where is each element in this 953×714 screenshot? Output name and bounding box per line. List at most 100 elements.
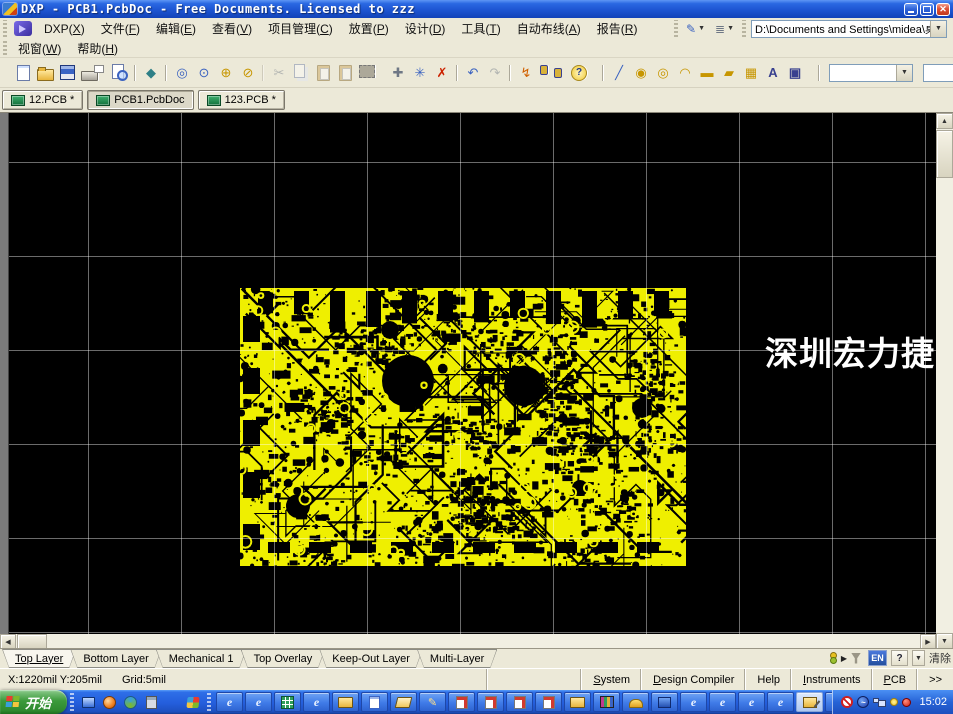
volume-muted[interactable] [841,696,853,708]
print[interactable] [87,62,109,84]
task-tool-4[interactable] [535,692,562,712]
task-ie-5[interactable] [709,692,736,712]
scroll-down-button[interactable]: ▼ [936,633,953,649]
scroll-right-button[interactable]: ▶ [920,634,936,649]
paste[interactable] [312,62,334,84]
new-document[interactable] [12,62,34,84]
panel-system[interactable]: System [581,669,641,690]
toolbar-grip[interactable] [742,20,746,37]
select-area[interactable] [365,62,387,84]
utilities-dropdown[interactable]: ✎ ▼ [682,21,709,37]
place-via[interactable]: ◎ [652,62,674,84]
menu-autoroute[interactable]: 自动布线(A) [509,18,589,39]
layer-keepout[interactable]: Keep-Out Layer [319,649,423,668]
start-button[interactable]: 开始 [0,690,67,714]
zoom-points[interactable]: ⊕ [215,62,237,84]
place-array[interactable]: ▦ [740,62,762,84]
panel-status-icon[interactable] [828,651,837,665]
menu-help[interactable]: 帮助(H) [69,38,126,59]
menu-dxp[interactable]: DXP(X) [36,20,93,38]
interactive-routing[interactable]: ↯ [515,62,537,84]
task-tool-3[interactable] [506,692,533,712]
task-folder-pencil[interactable] [796,692,823,712]
audio-utility[interactable] [857,696,869,708]
windows-update[interactable] [184,693,202,711]
combo-dropdown-button[interactable]: ▼ [930,21,946,37]
toolbar-combobox-1[interactable]: ▼ [829,64,913,82]
panel-pcb[interactable]: PCB [872,669,918,690]
minimize-button[interactable] [904,3,918,16]
toolbar-grip[interactable] [674,20,678,37]
task-tool-1[interactable] [448,692,475,712]
pcb-artwork[interactable] [240,288,686,566]
place-string[interactable]: A [762,62,784,84]
panel-more[interactable]: >> [917,669,953,690]
language-options-button[interactable]: ▼ [912,650,925,666]
place-polygon[interactable]: ▰ [718,62,740,84]
task-ie-1[interactable] [216,692,243,712]
layer-mechanical1[interactable]: Mechanical 1 [156,649,247,668]
horizontal-scrollbar[interactable]: ◀ ▶ [0,634,936,649]
menu-view[interactable]: 查看(V) [204,18,260,39]
place-pad[interactable]: ◉ [630,62,652,84]
tips[interactable] [890,698,898,706]
task-excel[interactable] [274,692,301,712]
scroll-up-button[interactable]: ▲ [936,113,953,129]
task-folder-2[interactable] [564,692,591,712]
language-badge[interactable]: EN [868,650,887,666]
menu-window[interactable]: 视窗(W) [10,38,69,59]
help[interactable] [577,62,599,84]
filter-icon[interactable] [851,653,861,664]
tab-12-pcb[interactable]: 12.PCB * [2,90,83,110]
task-notepad[interactable] [361,692,388,712]
task-ie-6[interactable] [738,692,765,712]
alignment-dropdown[interactable]: ≣ ▼ [711,21,738,37]
toolbar-grip[interactable] [3,41,7,55]
menu-project[interactable]: 项目管理(C) [260,18,341,39]
panel-instruments[interactable]: Instruments [791,669,871,690]
tab-123-pcb[interactable]: 123.PCB * [198,90,285,110]
vertical-scrollbar[interactable]: ▲ ▼ [936,113,953,649]
task-books[interactable] [593,692,620,712]
panel-help[interactable]: Help [745,669,791,690]
media-player[interactable] [100,693,118,711]
horizontal-scroll-thumb[interactable] [17,634,47,649]
task-dxp[interactable] [825,692,832,712]
close-button[interactable]: ✕ [936,3,950,16]
task-ie-7[interactable] [767,692,794,712]
language-help-button[interactable]: ? [891,650,908,666]
paste-array[interactable] [334,62,356,84]
task-folder-open[interactable] [390,692,417,712]
zoom-selected[interactable]: ⊘ [237,62,259,84]
menu-place[interactable]: 放置(P) [341,18,397,39]
taskbar-grip[interactable] [207,693,211,711]
tab-pcb1-pcbdoc[interactable]: PCB1.PcbDoc [87,90,193,110]
vertical-scroll-thumb[interactable] [936,130,953,178]
task-ie-4[interactable] [680,692,707,712]
zoom-window[interactable]: ◎ [171,62,193,84]
messenger[interactable] [121,693,139,711]
task-tool-2[interactable] [477,692,504,712]
layer-top-overlay[interactable]: Top Overlay [241,649,326,668]
play-icon[interactable]: ▶ [841,654,847,663]
menu-design[interactable]: 设计(D) [397,18,454,39]
zoom-document[interactable]: ⊙ [193,62,215,84]
redo[interactable]: ↷ [484,62,506,84]
save-document[interactable] [56,62,78,84]
toolbar-combobox-2[interactable]: ▼ [923,64,953,82]
combo-dropdown-button[interactable]: ▼ [896,65,912,81]
clear-label[interactable]: 清除 [929,650,951,666]
task-book[interactable] [651,692,678,712]
alert[interactable] [902,698,911,707]
task-folder-1[interactable] [332,692,359,712]
find-similar[interactable] [546,62,568,84]
restore-button[interactable] [920,3,934,16]
layer-bottom[interactable]: Bottom Layer [70,649,161,668]
taskbar-grip[interactable] [70,693,74,711]
task-paint[interactable] [419,692,446,712]
menu-edit[interactable]: 编辑(E) [148,18,204,39]
scroll-left-button[interactable]: ◀ [0,634,16,649]
network[interactable] [873,701,886,703]
deselect-all[interactable]: ✳ [409,62,431,84]
task-ie-3[interactable] [303,692,330,712]
